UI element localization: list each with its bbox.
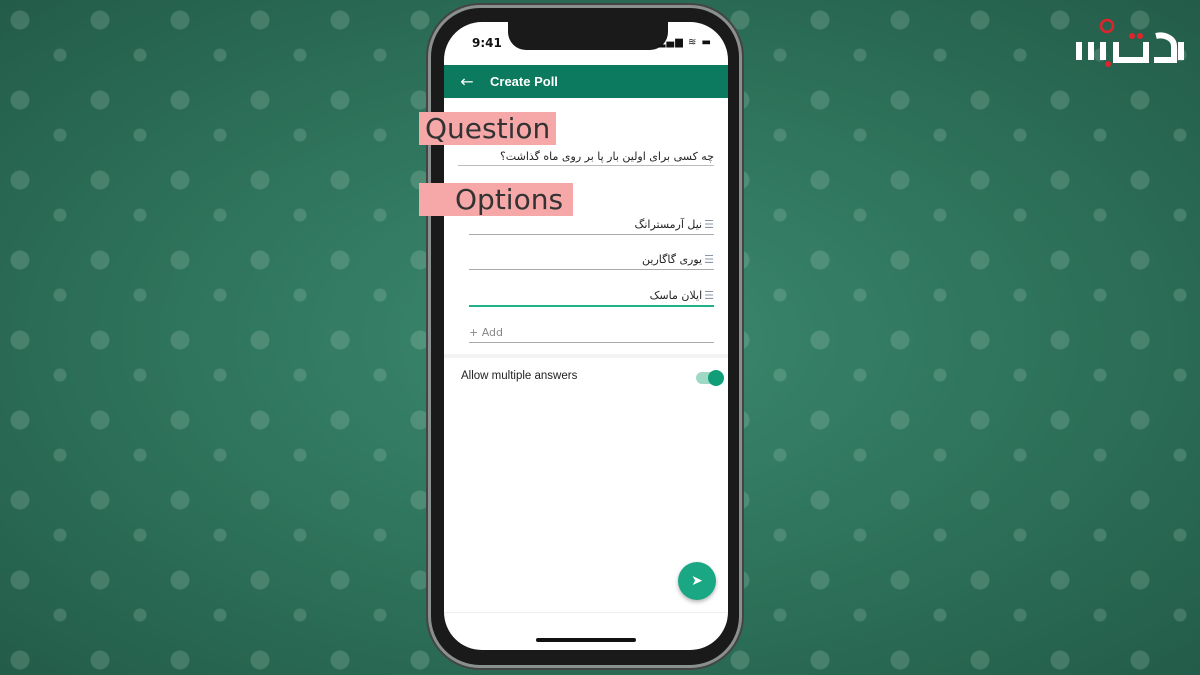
page-title: Create Poll (490, 74, 558, 89)
add-option-placeholder: + Add (469, 326, 504, 339)
status-time: 9:41 (472, 36, 502, 50)
allow-multiple-label: Allow multiple answers (461, 370, 578, 382)
option-input[interactable]: ☰ ایلان ماسک (469, 289, 714, 307)
app-bar: ← Create Poll (444, 65, 728, 98)
notch (508, 22, 668, 50)
option-input[interactable]: ☰ نیل آرمسترانگ (469, 218, 714, 235)
option-text: ایلان ماسک (649, 289, 703, 302)
itbazar-logo (1076, 18, 1184, 67)
back-arrow-icon[interactable]: ← (444, 72, 490, 91)
option-text: نیل آرمسترانگ (634, 218, 703, 231)
divider (444, 354, 728, 358)
question-input[interactable]: چه کسی برای اولین بار پا بر روی ماه گذاش… (458, 150, 714, 166)
drag-handle-icon[interactable]: ☰ (704, 253, 714, 266)
add-option-input[interactable]: + Add (469, 326, 714, 343)
bottom-bar (444, 612, 728, 650)
send-button[interactable]: ➤ (678, 562, 716, 600)
option-text: یوری گاگارین (642, 253, 703, 266)
question-annotation: Question (419, 112, 557, 145)
option-input[interactable]: ☰ یوری گاگارین (469, 253, 714, 270)
send-icon: ➤ (691, 573, 703, 589)
drag-handle-icon[interactable]: ☰ (704, 289, 714, 302)
options-annotation: Options (419, 183, 574, 216)
phone-frame: 9:41 ▂▄▆ ≋ ▬ ← Create Poll چه کسی برای ا… (428, 5, 742, 668)
allow-multiple-toggle[interactable] (696, 370, 724, 386)
drag-handle-icon[interactable]: ☰ (704, 218, 714, 231)
home-indicator[interactable] (536, 638, 636, 642)
status-icons: ▂▄▆ ≋ ▬ (657, 37, 712, 48)
